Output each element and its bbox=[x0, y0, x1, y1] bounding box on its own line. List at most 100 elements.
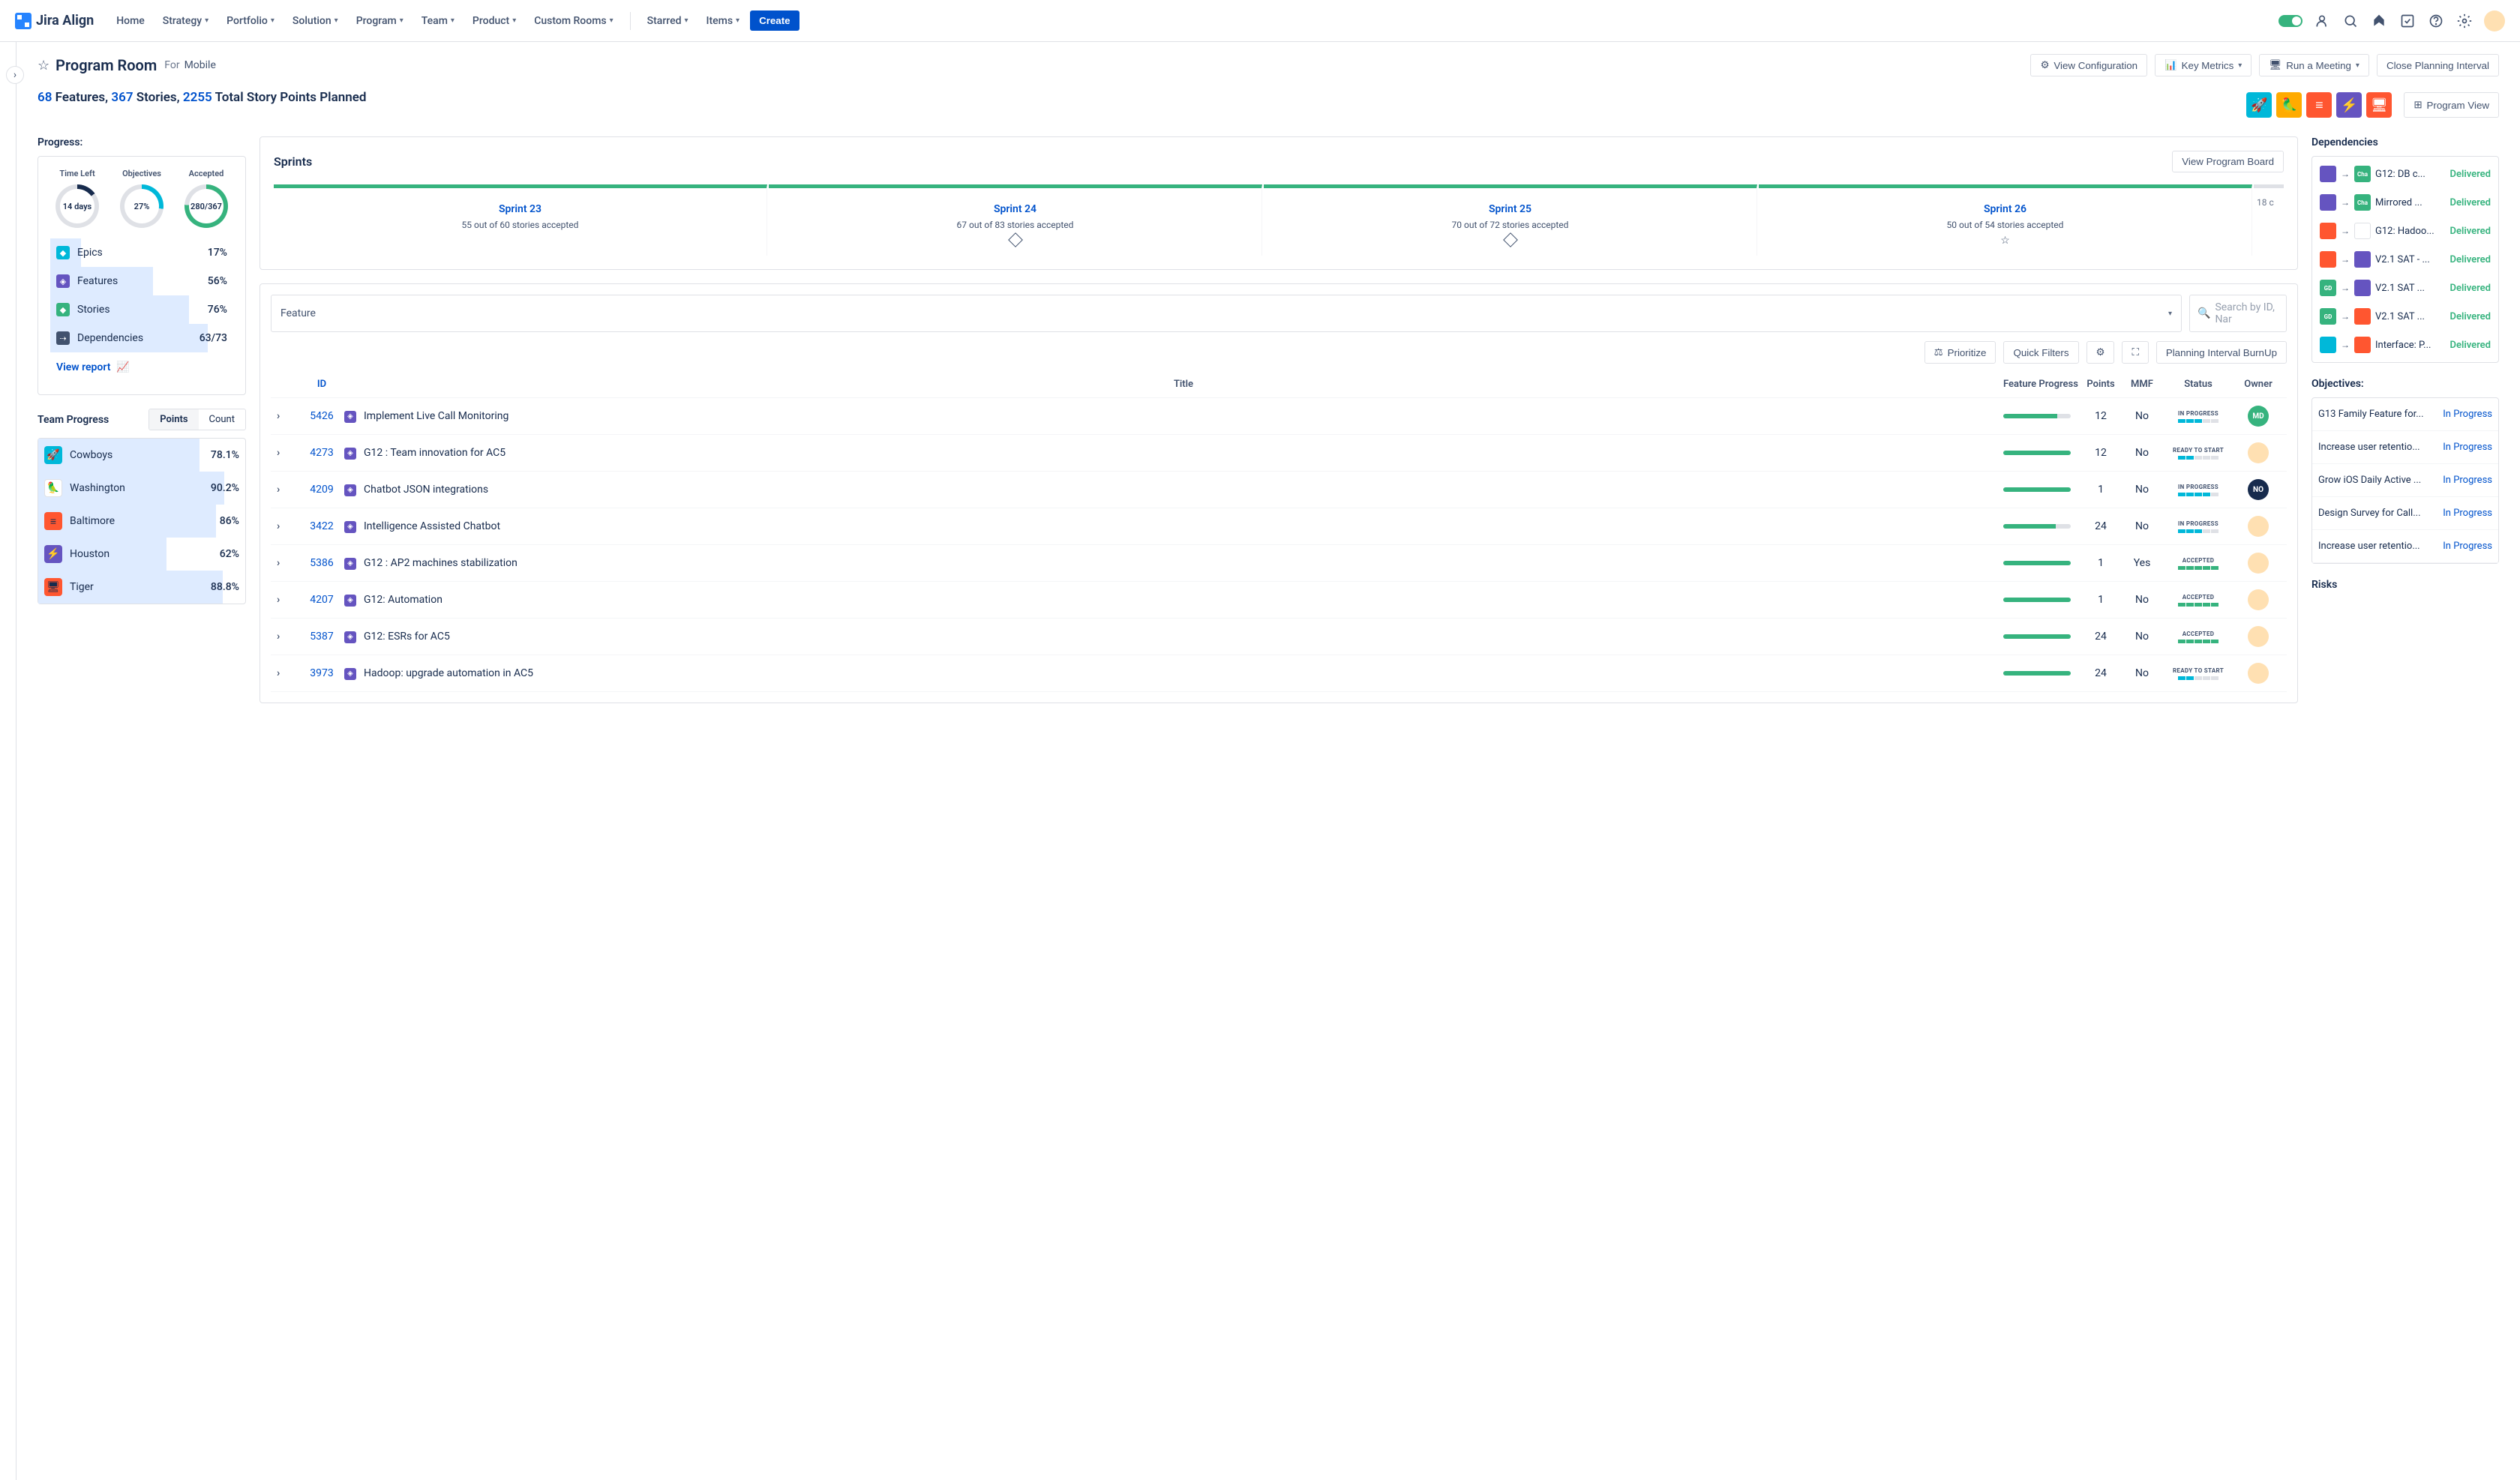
settings-button[interactable]: ⚙ bbox=[2086, 341, 2115, 364]
feature-row[interactable]: › 5386 ◈ G12 : AP2 machines stabilizatio… bbox=[271, 545, 2287, 582]
team-row[interactable]: ⚡ Houston 62% bbox=[38, 538, 245, 571]
dependency-row[interactable]: → V2.1 SAT - ... Delivered bbox=[2315, 245, 2495, 274]
owner-avatar[interactable]: NO bbox=[2248, 479, 2269, 500]
progress-row[interactable]: ◆ Stories 76% bbox=[50, 295, 233, 324]
col-points[interactable]: Points bbox=[2078, 379, 2123, 390]
expand-chevron[interactable]: › bbox=[277, 520, 280, 532]
owner-avatar[interactable] bbox=[2248, 589, 2269, 610]
view-program-board-button[interactable]: View Program Board bbox=[2172, 151, 2284, 172]
feature-id[interactable]: 3422 bbox=[299, 520, 344, 532]
feature-row[interactable]: › 5387 ◈ G12: ESRs for AC5 24 No ACCEPTE… bbox=[271, 619, 2287, 655]
expand-chevron[interactable]: › bbox=[277, 631, 280, 643]
owner-avatar[interactable]: MD bbox=[2248, 406, 2269, 427]
objective-row[interactable]: Increase user retentio... In Progress bbox=[2312, 530, 2498, 563]
dependency-row[interactable]: → Cha Mirrored ... Delivered bbox=[2315, 188, 2495, 217]
feature-id[interactable]: 5386 bbox=[299, 557, 344, 569]
dependency-row[interactable]: → Cha G12: DB c... Delivered bbox=[2315, 160, 2495, 188]
create-button[interactable]: Create bbox=[750, 10, 800, 31]
for-value[interactable]: Mobile bbox=[184, 59, 216, 71]
col-owner[interactable]: Owner bbox=[2236, 379, 2281, 390]
view-configuration-button[interactable]: ⚙View Configuration bbox=[2030, 54, 2147, 76]
expand-chevron[interactable]: › bbox=[277, 484, 280, 496]
key-metrics-button[interactable]: 📊Key Metrics▾ bbox=[2155, 54, 2252, 76]
team-tile[interactable]: ≡ bbox=[2306, 92, 2332, 118]
close-interval-button[interactable]: Close Planning Interval bbox=[2377, 54, 2499, 76]
toggle-switch[interactable] bbox=[2278, 15, 2302, 27]
dependency-row[interactable]: → G12: Hadoo... Delivered bbox=[2315, 217, 2495, 245]
burnup-button[interactable]: Planning Interval BurnUp bbox=[2156, 341, 2287, 364]
nav-program[interactable]: Program▾ bbox=[349, 10, 411, 31]
view-report-link[interactable]: View report📈 bbox=[50, 352, 233, 382]
gear-icon[interactable] bbox=[2456, 12, 2474, 30]
col-progress[interactable]: Feature Progress bbox=[2003, 379, 2078, 390]
sprint-column[interactable]: Sprint 23 55 out of 60 stories accepted bbox=[274, 184, 767, 256]
col-status[interactable]: Status bbox=[2161, 379, 2236, 390]
star-icon[interactable]: ☆ bbox=[38, 58, 50, 73]
sprint-column[interactable]: Sprint 25 70 out of 72 stories accepted bbox=[1264, 184, 1757, 256]
feature-row[interactable]: › 4273 ◈ G12 : Team innovation for AC5 1… bbox=[271, 435, 2287, 472]
objective-row[interactable]: G13 Family Feature for... In Progress bbox=[2312, 398, 2498, 431]
expand-chevron[interactable]: › bbox=[277, 594, 280, 606]
feature-id[interactable]: 4209 bbox=[299, 484, 344, 496]
nav-starred[interactable]: Starred▾ bbox=[640, 10, 696, 31]
prioritize-button[interactable]: ⚖Prioritize bbox=[1924, 341, 1996, 364]
dependency-row[interactable]: → Interface: P... Delivered bbox=[2315, 331, 2495, 359]
objective-row[interactable]: Increase user retentio... In Progress bbox=[2312, 431, 2498, 464]
tab-points[interactable]: Points bbox=[149, 409, 198, 430]
owner-avatar[interactable] bbox=[2248, 442, 2269, 463]
checkbox-icon[interactable] bbox=[2398, 12, 2416, 30]
nav-strategy[interactable]: Strategy▾ bbox=[155, 10, 216, 31]
team-tile[interactable]: 🖥 bbox=[2366, 92, 2392, 118]
feature-row[interactable]: › 3973 ◈ Hadoop: upgrade automation in A… bbox=[271, 655, 2287, 692]
team-row[interactable]: 🚀 Cowboys 78.1% bbox=[38, 439, 245, 472]
team-tile[interactable]: 🦜 bbox=[2276, 92, 2302, 118]
nav-product[interactable]: Product▾ bbox=[465, 10, 524, 31]
expand-chevron[interactable]: › bbox=[277, 557, 280, 569]
brand-logo[interactable]: Jira Align bbox=[15, 13, 94, 29]
user-icon[interactable] bbox=[2313, 12, 2331, 30]
expand-chevron[interactable]: › bbox=[277, 667, 280, 679]
col-id[interactable]: ID bbox=[299, 379, 344, 390]
feature-row[interactable]: › 4207 ◈ G12: Automation 1 No ACCEPTED bbox=[271, 582, 2287, 619]
rail-expand-button[interactable]: › bbox=[6, 66, 24, 84]
team-row[interactable]: 🦜 Washington 90.2% bbox=[38, 472, 245, 505]
quick-filters-button[interactable]: Quick Filters bbox=[2003, 341, 2078, 364]
nav-team[interactable]: Team▾ bbox=[414, 10, 462, 31]
progress-row[interactable]: ⇢ Dependencies 63/73 bbox=[50, 324, 233, 352]
progress-row[interactable]: ◈ Features 56% bbox=[50, 267, 233, 295]
search-input[interactable]: 🔍Search by ID, Nar bbox=[2189, 295, 2287, 332]
dependency-row[interactable]: GD → V2.1 SAT ... Delivered bbox=[2315, 302, 2495, 331]
progress-row[interactable]: ◆ Epics 17% bbox=[50, 238, 233, 267]
team-row[interactable]: 🖥 Tiger 88.8% bbox=[38, 571, 245, 604]
type-select[interactable]: Feature▾ bbox=[271, 295, 2182, 332]
objective-row[interactable]: Design Survey for Call... In Progress bbox=[2312, 497, 2498, 530]
objective-row[interactable]: Grow iOS Daily Active ... In Progress bbox=[2312, 464, 2498, 497]
search-icon[interactable] bbox=[2342, 12, 2360, 30]
team-tile[interactable]: ⚡ bbox=[2336, 92, 2362, 118]
sprint-column[interactable]: Sprint 26 50 out of 54 stories accepted … bbox=[1759, 184, 2252, 256]
owner-avatar[interactable] bbox=[2248, 553, 2269, 574]
owner-avatar[interactable] bbox=[2248, 516, 2269, 537]
sprint-column[interactable]: Sprint 24 67 out of 83 stories accepted bbox=[769, 184, 1262, 256]
expand-chevron[interactable]: › bbox=[277, 447, 280, 459]
feature-row[interactable]: › 5426 ◈ Implement Live Call Monitoring … bbox=[271, 398, 2287, 435]
feature-id[interactable]: 4207 bbox=[299, 594, 344, 606]
program-view-button[interactable]: ⊞Program View bbox=[2404, 92, 2499, 118]
owner-avatar[interactable] bbox=[2248, 663, 2269, 684]
feature-id[interactable]: 5426 bbox=[299, 410, 344, 422]
notifications-icon[interactable] bbox=[2370, 12, 2388, 30]
feature-row[interactable]: › 3422 ◈ Intelligence Assisted Chatbot 2… bbox=[271, 508, 2287, 545]
nav-home[interactable]: Home bbox=[109, 10, 152, 31]
col-title[interactable]: Title bbox=[364, 379, 2003, 390]
tab-count[interactable]: Count bbox=[199, 409, 245, 430]
nav-items[interactable]: Items▾ bbox=[699, 10, 748, 31]
nav-custom-rooms[interactable]: Custom Rooms▾ bbox=[526, 10, 620, 31]
run-meeting-button[interactable]: 🖥Run a Meeting▾ bbox=[2259, 54, 2369, 76]
feature-id[interactable]: 3973 bbox=[299, 667, 344, 679]
user-avatar[interactable] bbox=[2484, 10, 2505, 31]
feature-row[interactable]: › 4209 ◈ Chatbot JSON integrations 1 No … bbox=[271, 472, 2287, 508]
nav-portfolio[interactable]: Portfolio▾ bbox=[219, 10, 282, 31]
feature-id[interactable]: 4273 bbox=[299, 447, 344, 459]
dependency-row[interactable]: GD → V2.1 SAT ... Delivered bbox=[2315, 274, 2495, 302]
feature-id[interactable]: 5387 bbox=[299, 631, 344, 643]
